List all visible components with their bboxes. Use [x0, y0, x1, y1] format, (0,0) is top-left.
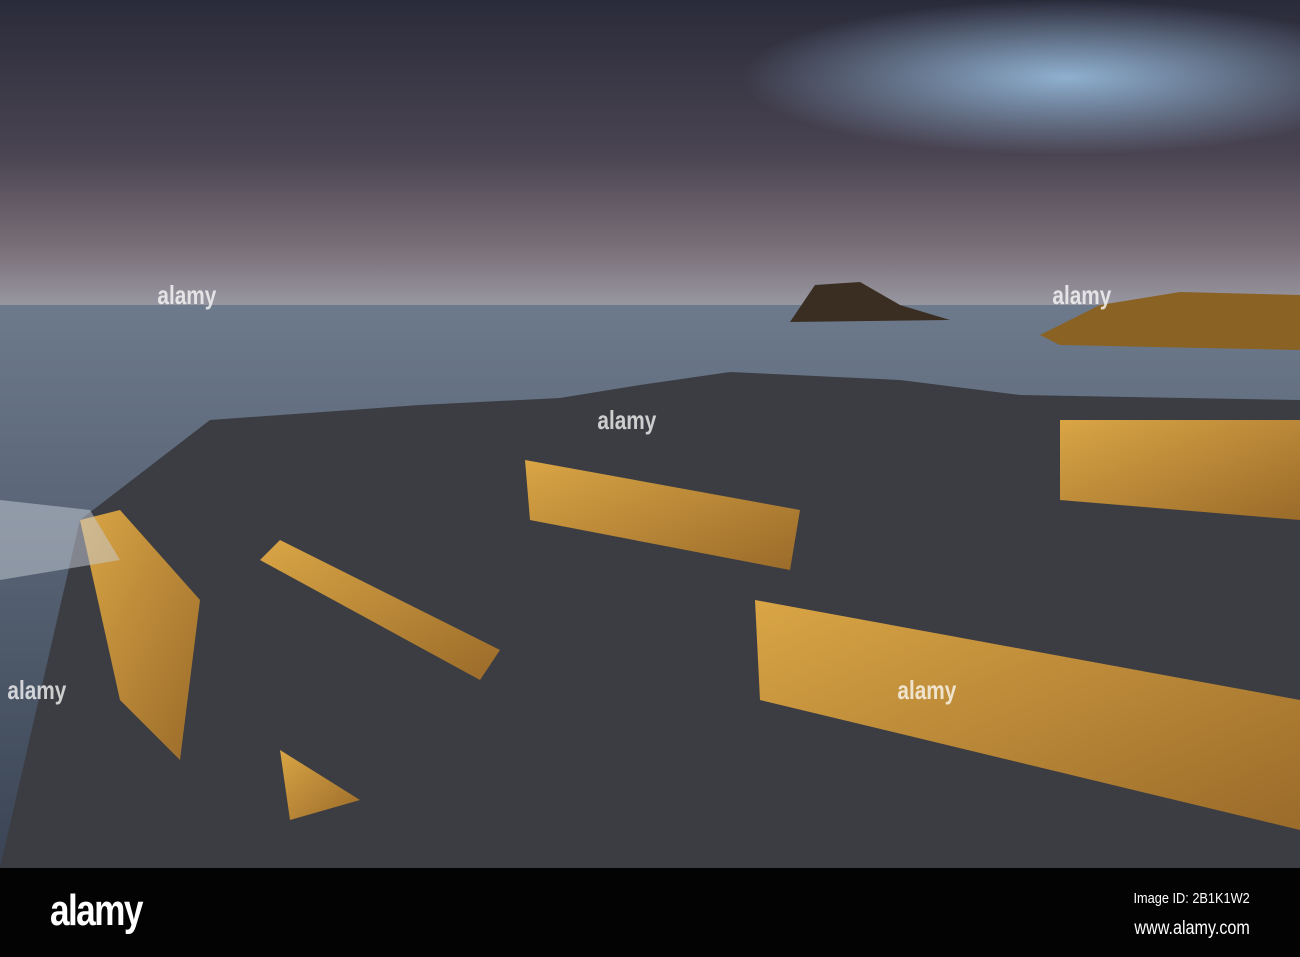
image-id-label: Image ID: 2B1K1W2	[1133, 890, 1250, 907]
watermark: alamy	[597, 405, 657, 435]
watermark: alamy	[157, 280, 217, 310]
stock-photo-page: alamy alamy alamy alamy alamy alamy Imag…	[0, 0, 1300, 957]
watermark: alamy	[1052, 280, 1112, 310]
alamy-logo: alamy	[50, 886, 143, 935]
watermark: alamy	[897, 675, 957, 705]
watermark: alamy	[7, 675, 67, 705]
footer-bar: alamy Image ID: 2B1K1W2 www.alamy.com	[0, 868, 1300, 957]
website-link[interactable]: www.alamy.com	[1135, 918, 1250, 940]
